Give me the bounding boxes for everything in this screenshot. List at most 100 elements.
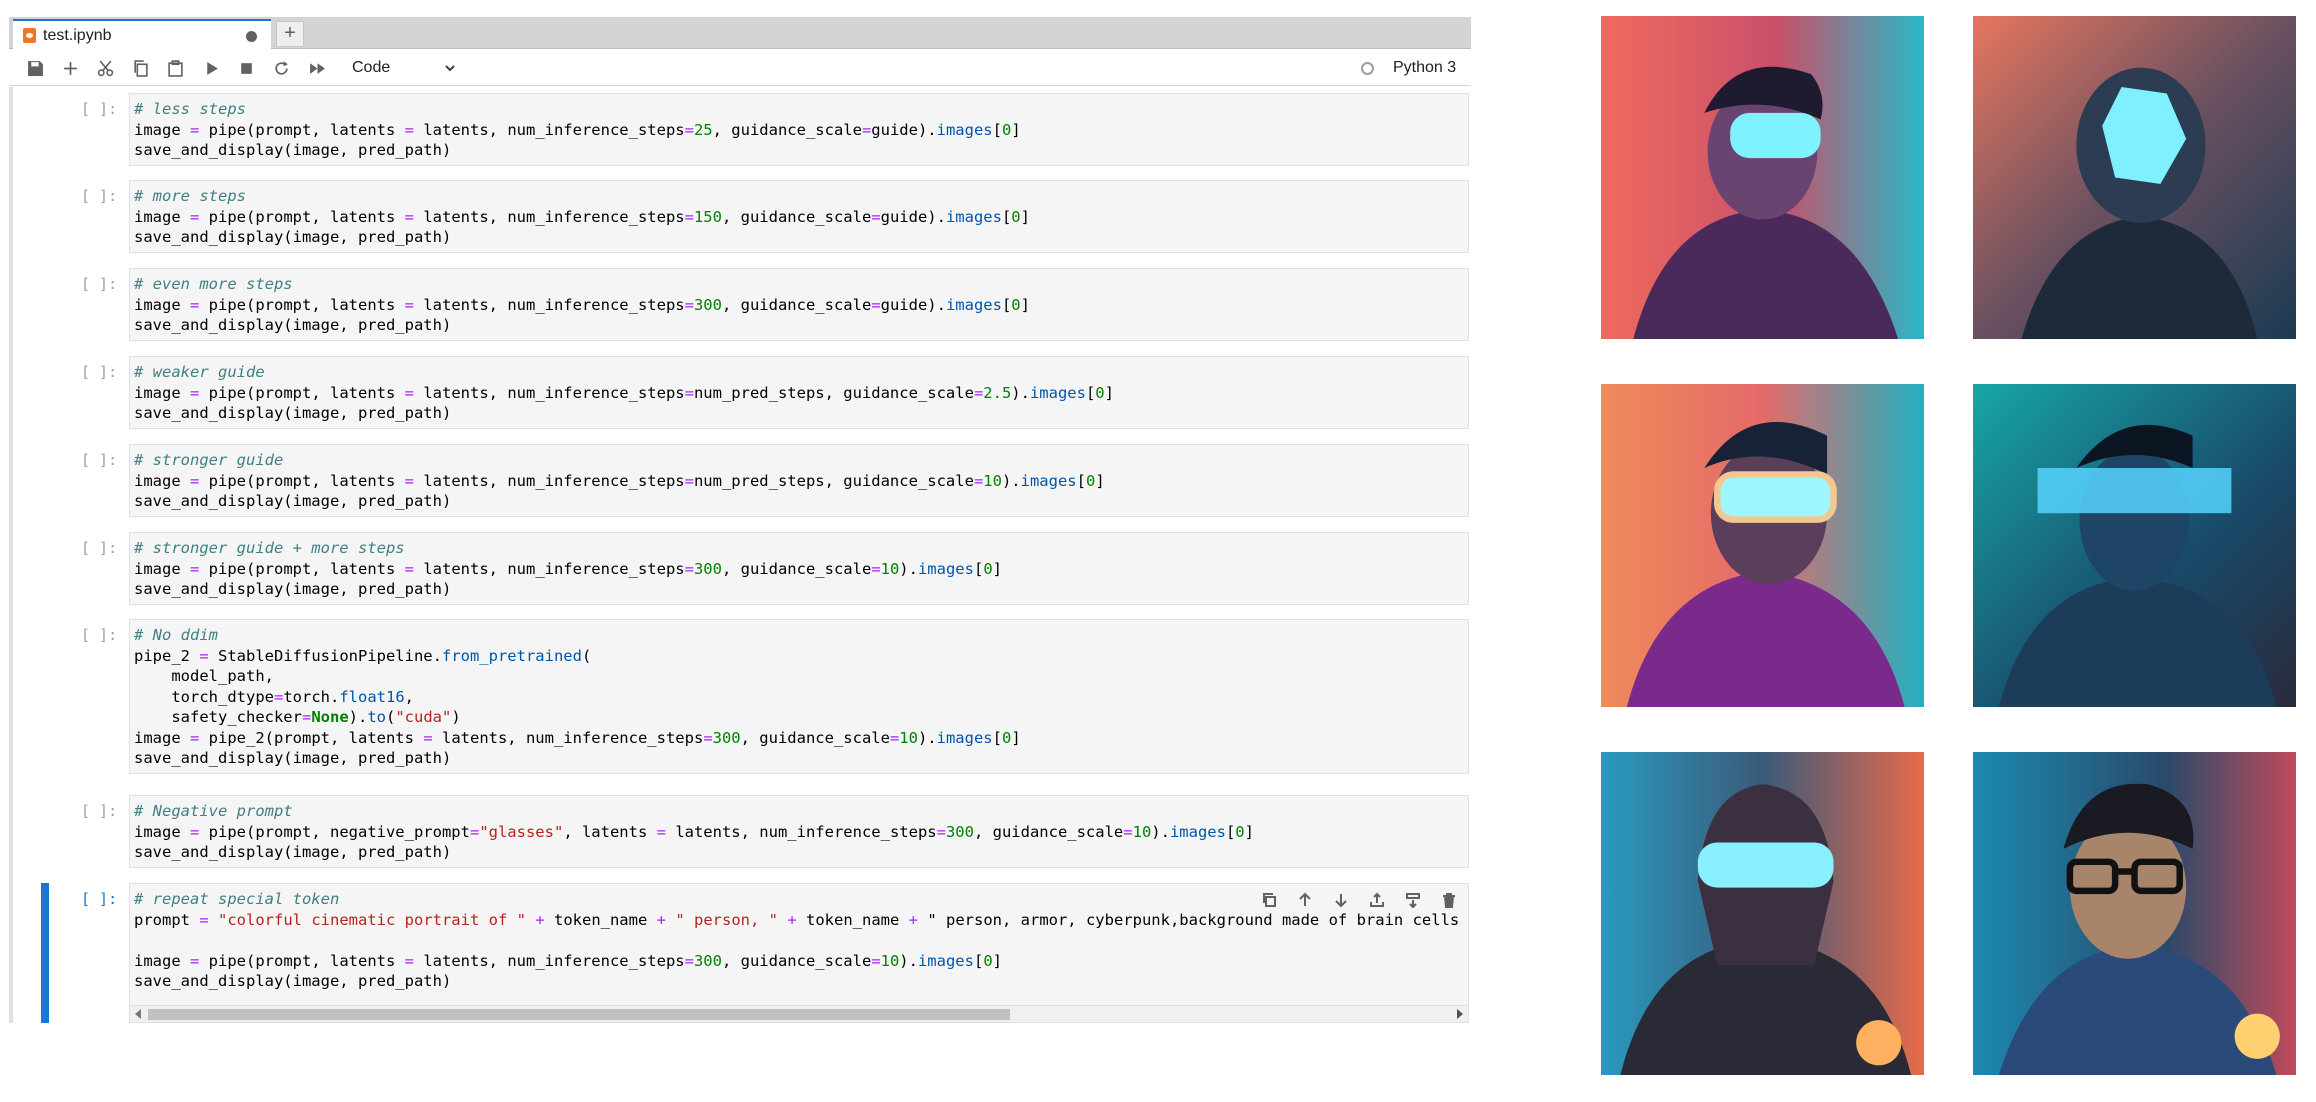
code-line: # even more steps bbox=[134, 275, 293, 293]
add-cell-icon bbox=[63, 61, 77, 75]
code-cell[interactable]: [ ]: # stronger guide + more steps image… bbox=[29, 532, 1471, 605]
code-line: pipe_2 = StableDiffusionPipeline.from_pr… bbox=[134, 646, 592, 665]
cell-prompt: [ ]: bbox=[81, 802, 118, 820]
add-cell-button[interactable] bbox=[57, 56, 83, 80]
cell-prompt: [ ]: bbox=[81, 890, 118, 908]
copy-icon bbox=[133, 59, 148, 77]
stop-button[interactable] bbox=[233, 56, 259, 80]
new-tab-button[interactable]: + bbox=[276, 21, 304, 47]
scroll-right-icon[interactable] bbox=[1457, 1009, 1463, 1019]
cell-code[interactable]: # Negative prompt image = pipe(prompt, n… bbox=[130, 796, 1468, 867]
code-line: image = pipe(prompt, negative_prompt="gl… bbox=[134, 822, 1254, 841]
cell-code[interactable]: # even more steps image = pipe(prompt, l… bbox=[130, 269, 1468, 340]
code-cell[interactable]: [ ]: # Negative prompt image = pipe(prom… bbox=[29, 795, 1471, 868]
code-cell[interactable]: [ ]: # less steps image = pipe(prompt, l… bbox=[29, 93, 1471, 166]
save-button[interactable] bbox=[22, 56, 48, 80]
cell-prompt: [ ]: bbox=[81, 539, 118, 557]
code-line: save_and_display(image, pred_path) bbox=[134, 972, 452, 990]
move-down-button[interactable] bbox=[1329, 889, 1353, 911]
kernel-name[interactable]: Python 3 bbox=[1393, 59, 1456, 77]
cell-editor[interactable]: # even more steps image = pipe(prompt, l… bbox=[129, 268, 1469, 341]
notebook-toolbar: Code Python 3 bbox=[9, 50, 1471, 86]
scrollbar-thumb[interactable] bbox=[148, 1009, 1010, 1020]
code-cell[interactable]: [ ]: # weaker guide image = pipe(prompt,… bbox=[29, 356, 1471, 429]
cell-code[interactable]: # more steps image = pipe(prompt, latent… bbox=[130, 181, 1468, 252]
code-line: save_and_display(image, pred_path) bbox=[134, 843, 452, 861]
save-icon bbox=[27, 60, 43, 76]
cell-code[interactable]: # No ddim pipe_2 = StableDiffusionPipeli… bbox=[130, 620, 1468, 773]
code-line: # stronger guide + more steps bbox=[134, 539, 405, 557]
code-line: save_and_display(image, pred_path) bbox=[134, 316, 452, 334]
insert-below-button[interactable] bbox=[1401, 889, 1425, 911]
code-line: # more steps bbox=[134, 187, 246, 205]
delete-cell-button[interactable] bbox=[1437, 889, 1461, 911]
paste-button[interactable] bbox=[162, 56, 188, 80]
move-up-icon bbox=[1299, 892, 1311, 906]
move-down-icon bbox=[1335, 894, 1347, 908]
run-icon bbox=[206, 61, 218, 75]
cell-code[interactable]: # weaker guide image = pipe(prompt, late… bbox=[130, 357, 1468, 428]
code-line: image = pipe(prompt, latents = latents, … bbox=[134, 383, 1114, 402]
horizontal-scrollbar[interactable] bbox=[130, 1005, 1468, 1022]
paste-icon bbox=[167, 59, 183, 77]
code-line: # Negative prompt bbox=[134, 802, 293, 820]
tab-title: test.ipynb bbox=[43, 26, 112, 44]
code-cell[interactable]: [ ]: # stronger guide image = pipe(promp… bbox=[29, 444, 1471, 517]
generated-portrait-5 bbox=[1601, 752, 1924, 1075]
cell-editor[interactable]: # stronger guide + more steps image = pi… bbox=[129, 532, 1469, 605]
cell-prompt: [ ]: bbox=[81, 275, 118, 293]
chevron-down-icon bbox=[445, 65, 455, 72]
cell-editor[interactable]: # weaker guide image = pipe(prompt, late… bbox=[129, 356, 1469, 429]
active-cell-indicator bbox=[41, 883, 49, 1023]
cell-editor[interactable]: # more steps image = pipe(prompt, latent… bbox=[129, 180, 1469, 253]
code-cell[interactable]: [ ]: # even more steps image = pipe(prom… bbox=[29, 268, 1471, 341]
insert-below-icon bbox=[1406, 893, 1420, 908]
unsaved-indicator-icon[interactable] bbox=[246, 31, 257, 42]
notebook-tab[interactable]: test.ipynb bbox=[13, 19, 271, 50]
notebook-gutter bbox=[9, 87, 13, 1023]
code-cell[interactable]: [ ]: # No ddim pipe_2 = StableDiffusionP… bbox=[29, 619, 1471, 774]
code-line: image = pipe(prompt, latents = latents, … bbox=[134, 559, 1002, 578]
cell-code[interactable]: # less steps image = pipe(prompt, latent… bbox=[130, 94, 1468, 165]
cell-prompt: [ ]: bbox=[81, 187, 118, 205]
code-cell[interactable]: [ ]: # more steps image = pipe(prompt, l… bbox=[29, 180, 1471, 253]
cell-editor[interactable]: # No ddim pipe_2 = StableDiffusionPipeli… bbox=[129, 619, 1469, 774]
cell-toolbar bbox=[1249, 889, 1461, 911]
code-line: torch_dtype=torch.float16, bbox=[134, 687, 414, 706]
tab-bar: test.ipynb + bbox=[9, 17, 1471, 50]
restart-button[interactable] bbox=[268, 56, 294, 80]
code-line: # No ddim bbox=[134, 626, 218, 644]
kernel-status-icon bbox=[1361, 62, 1374, 75]
code-line: save_and_display(image, pred_path) bbox=[134, 228, 452, 246]
code-line: save_and_display(image, pred_path) bbox=[134, 492, 452, 510]
cell-code[interactable]: # stronger guide image = pipe(prompt, la… bbox=[130, 445, 1468, 516]
code-line: # repeat special token bbox=[134, 890, 340, 908]
insert-above-button[interactable] bbox=[1365, 889, 1389, 911]
move-up-button[interactable] bbox=[1293, 889, 1317, 911]
cut-button[interactable] bbox=[92, 56, 118, 80]
code-line: image = pipe(prompt, latents = latents, … bbox=[134, 471, 1105, 490]
code-line: image = pipe(prompt, latents = latents, … bbox=[134, 951, 1002, 970]
generated-portrait-2 bbox=[1973, 16, 2296, 339]
run-button[interactable] bbox=[198, 56, 224, 80]
cell-editor[interactable]: # less steps image = pipe(prompt, latent… bbox=[129, 93, 1469, 166]
code-line: save_and_display(image, pred_path) bbox=[134, 404, 452, 422]
duplicate-icon bbox=[1263, 893, 1276, 907]
code-line: save_and_display(image, pred_path) bbox=[134, 580, 452, 598]
code-line: prompt = "colorful cinematic portrait of… bbox=[134, 910, 1460, 929]
cell-code[interactable]: # stronger guide + more steps image = pi… bbox=[130, 533, 1468, 604]
scroll-left-icon[interactable] bbox=[135, 1009, 141, 1019]
cell-editor[interactable]: # Negative prompt image = pipe(prompt, n… bbox=[129, 795, 1469, 868]
run-all-button[interactable] bbox=[304, 56, 330, 80]
duplicate-cell-button[interactable] bbox=[1257, 889, 1281, 911]
fast-forward-icon bbox=[309, 62, 325, 74]
cut-icon bbox=[97, 60, 113, 76]
generated-portrait-4 bbox=[1973, 384, 2296, 707]
code-line: # stronger guide bbox=[134, 451, 284, 469]
code-line: # less steps bbox=[134, 100, 246, 118]
cell-type-select[interactable]: Code bbox=[348, 57, 460, 79]
code-line: image = pipe_2(prompt, latents = latents… bbox=[134, 728, 1021, 747]
cell-editor[interactable]: # stronger guide image = pipe(prompt, la… bbox=[129, 444, 1469, 517]
copy-button[interactable] bbox=[127, 56, 153, 80]
active-code-cell[interactable]: [ ]: # repeat special token prompt = "co… bbox=[29, 883, 1471, 1023]
